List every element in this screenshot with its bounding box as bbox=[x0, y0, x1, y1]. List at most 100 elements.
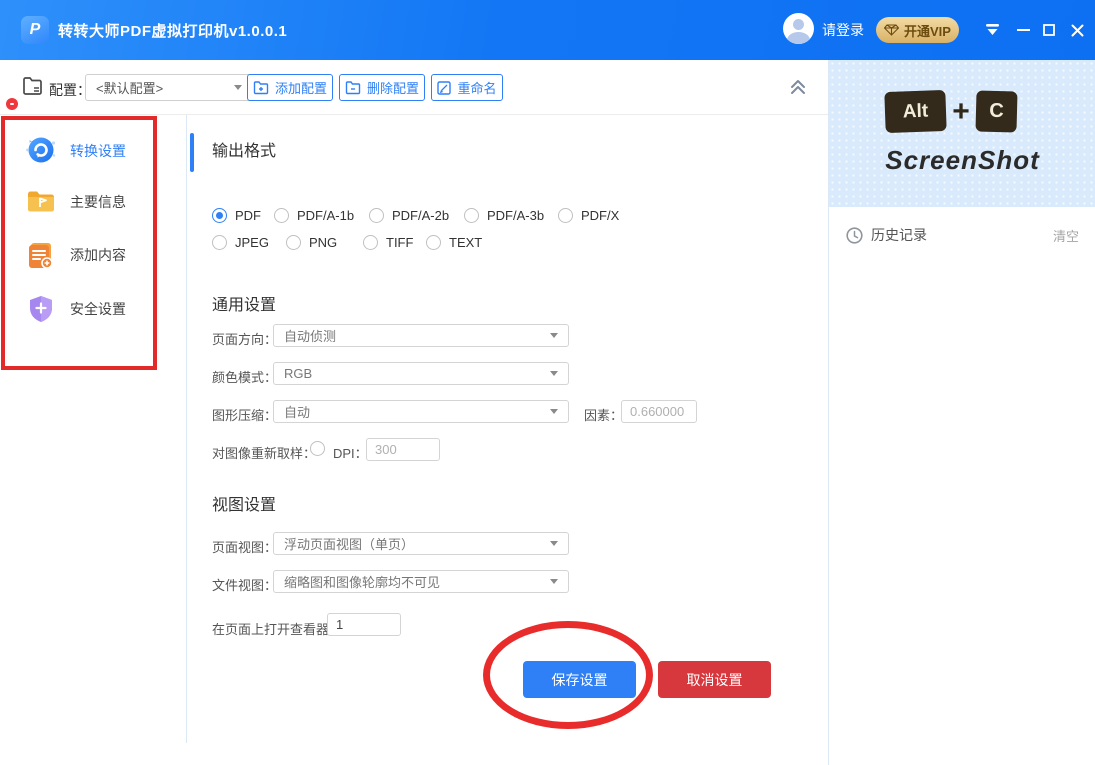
avatar[interactable] bbox=[783, 13, 814, 44]
add-config-label: 添加配置 bbox=[275, 78, 327, 97]
document-add-icon bbox=[24, 238, 58, 272]
folder-plus-icon bbox=[253, 81, 269, 95]
vip-label: 开通VIP bbox=[904, 21, 951, 40]
page-orientation-select[interactable]: 自动侦测 bbox=[273, 324, 569, 347]
radio-dot bbox=[310, 441, 325, 456]
clock-icon bbox=[846, 227, 863, 244]
maximize-icon bbox=[1043, 24, 1055, 36]
resample-radio[interactable] bbox=[310, 440, 325, 457]
titlebar: P 转转大师PDF虚拟打印机v1.0.0.1 请登录 开通VIP bbox=[0, 0, 1095, 60]
resample-label: 对图像重新取样： bbox=[212, 443, 316, 462]
radio-dot bbox=[212, 208, 227, 223]
viewer-count-input[interactable] bbox=[327, 613, 401, 636]
folder-minus-icon bbox=[345, 81, 361, 95]
radio-jpeg[interactable]: JPEG bbox=[212, 234, 269, 251]
file-view-label: 文件视图： bbox=[212, 575, 277, 594]
radio-dot bbox=[274, 208, 289, 223]
c-keycap: C bbox=[975, 90, 1017, 132]
radio-label: TIFF bbox=[386, 235, 413, 250]
plus-sign: + bbox=[944, 94, 978, 130]
chevron-down-icon bbox=[550, 333, 558, 338]
minimize-icon bbox=[1017, 24, 1030, 36]
shield-plus-icon bbox=[24, 292, 58, 326]
radio-dot bbox=[286, 235, 301, 250]
login-link[interactable]: 请登录 bbox=[822, 0, 864, 60]
delete-config-button[interactable]: 删除配置 bbox=[339, 74, 425, 101]
select-value: RGB bbox=[284, 366, 550, 381]
config-select-value: <默认配置> bbox=[96, 78, 234, 97]
select-value: 缩略图和图像轮廓均不可见 bbox=[284, 572, 550, 591]
screenshot-banner[interactable]: Alt + C ScreenShot bbox=[829, 60, 1095, 207]
radio-dot bbox=[464, 208, 479, 223]
notification-badge bbox=[6, 98, 18, 110]
sidebar-item-convert-settings[interactable]: 转换设置 bbox=[24, 134, 154, 168]
radio-label: PDF/A-3b bbox=[487, 208, 544, 223]
close-icon bbox=[1071, 24, 1084, 37]
dpi-input[interactable] bbox=[366, 438, 440, 461]
radio-pdf[interactable]: PDF bbox=[212, 207, 261, 224]
radio-text[interactable]: TEXT bbox=[426, 234, 482, 251]
viewer-count-label: 在页面上打开查看器： bbox=[212, 619, 342, 638]
alt-keycap: Alt bbox=[884, 90, 946, 133]
add-config-button[interactable]: 添加配置 bbox=[247, 74, 333, 101]
color-mode-label: 颜色模式： bbox=[212, 367, 277, 386]
chevron-down-icon bbox=[550, 541, 558, 546]
app-window: P 转转大师PDF虚拟打印机v1.0.0.1 请登录 开通VIP 配置： <默认… bbox=[0, 0, 1095, 765]
radio-pdf-x[interactable]: PDF/X bbox=[558, 207, 619, 224]
file-view-select[interactable]: 缩略图和图像轮廓均不可见 bbox=[273, 570, 569, 593]
minimize-button[interactable] bbox=[1012, 0, 1034, 60]
radio-tiff[interactable]: TIFF bbox=[363, 234, 413, 251]
cancel-settings-button[interactable]: 取消设置 bbox=[658, 661, 771, 698]
sidebar-item-label: 主要信息 bbox=[70, 192, 126, 212]
radio-pdf-a2b[interactable]: PDF/A-2b bbox=[369, 207, 449, 224]
compression-select[interactable]: 自动 bbox=[273, 400, 569, 423]
chevron-down-icon bbox=[550, 579, 558, 584]
config-select[interactable]: <默认配置> bbox=[85, 74, 253, 101]
screenshot-caption: ScreenShot bbox=[829, 145, 1095, 176]
collapse-panel-icon[interactable] bbox=[787, 76, 809, 101]
radio-png[interactable]: PNG bbox=[286, 234, 337, 251]
compression-label: 图形压缩： bbox=[212, 405, 277, 424]
close-button[interactable] bbox=[1066, 0, 1088, 60]
sidebar-item-label: 添加内容 bbox=[70, 245, 126, 265]
radio-label: TEXT bbox=[449, 235, 482, 250]
view-section-title: 视图设置 bbox=[212, 491, 276, 515]
app-logo-icon: P bbox=[21, 16, 49, 44]
sidebar-divider bbox=[186, 115, 187, 743]
maximize-button[interactable] bbox=[1038, 0, 1060, 60]
factor-input[interactable] bbox=[621, 400, 697, 423]
dpi-label: DPI： bbox=[333, 443, 368, 462]
sidebar-item-label: 安全设置 bbox=[70, 299, 126, 319]
app-logo-letter: P bbox=[30, 21, 41, 39]
radio-dot bbox=[426, 235, 441, 250]
sidebar-item-label: 转换设置 bbox=[70, 141, 126, 161]
history-header: 历史记录 清空 bbox=[829, 218, 1095, 252]
sidebar-item-security-settings[interactable]: 安全设置 bbox=[24, 292, 154, 326]
clear-history-button[interactable]: 清空 bbox=[1053, 226, 1079, 245]
save-settings-button[interactable]: 保存设置 bbox=[523, 661, 636, 698]
sidebar-item-add-content[interactable]: 添加内容 bbox=[24, 238, 154, 272]
radio-label: PDF/X bbox=[581, 208, 619, 223]
radio-label: JPEG bbox=[235, 235, 269, 250]
chevron-down-icon bbox=[550, 409, 558, 414]
output-section-title: 输出格式 bbox=[212, 137, 276, 161]
radio-label: PDF/A-1b bbox=[297, 208, 354, 223]
rename-button[interactable]: 重命名 bbox=[431, 74, 503, 101]
page-view-label: 页面视图： bbox=[212, 537, 277, 556]
config-folder-icon bbox=[22, 77, 43, 101]
select-value: 自动 bbox=[284, 402, 550, 421]
collapse-to-tray-icon[interactable] bbox=[981, 0, 1003, 60]
page-view-select[interactable]: 浮动页面视图（单页） bbox=[273, 532, 569, 555]
sidebar-item-main-info[interactable]: 主要信息 bbox=[24, 185, 154, 219]
select-value: 自动侦测 bbox=[284, 326, 550, 345]
right-panel: Alt + C ScreenShot 历史记录 清空 bbox=[828, 60, 1095, 765]
color-mode-select[interactable]: RGB bbox=[273, 362, 569, 385]
general-section-title: 通用设置 bbox=[212, 291, 276, 315]
rename-label: 重命名 bbox=[457, 78, 496, 97]
diamond-icon bbox=[884, 24, 899, 36]
radio-pdf-a3b[interactable]: PDF/A-3b bbox=[464, 207, 544, 224]
radio-dot bbox=[212, 235, 227, 250]
delete-config-label: 删除配置 bbox=[367, 78, 419, 97]
radio-pdf-a1b[interactable]: PDF/A-1b bbox=[274, 207, 354, 224]
vip-button[interactable]: 开通VIP bbox=[876, 17, 959, 43]
